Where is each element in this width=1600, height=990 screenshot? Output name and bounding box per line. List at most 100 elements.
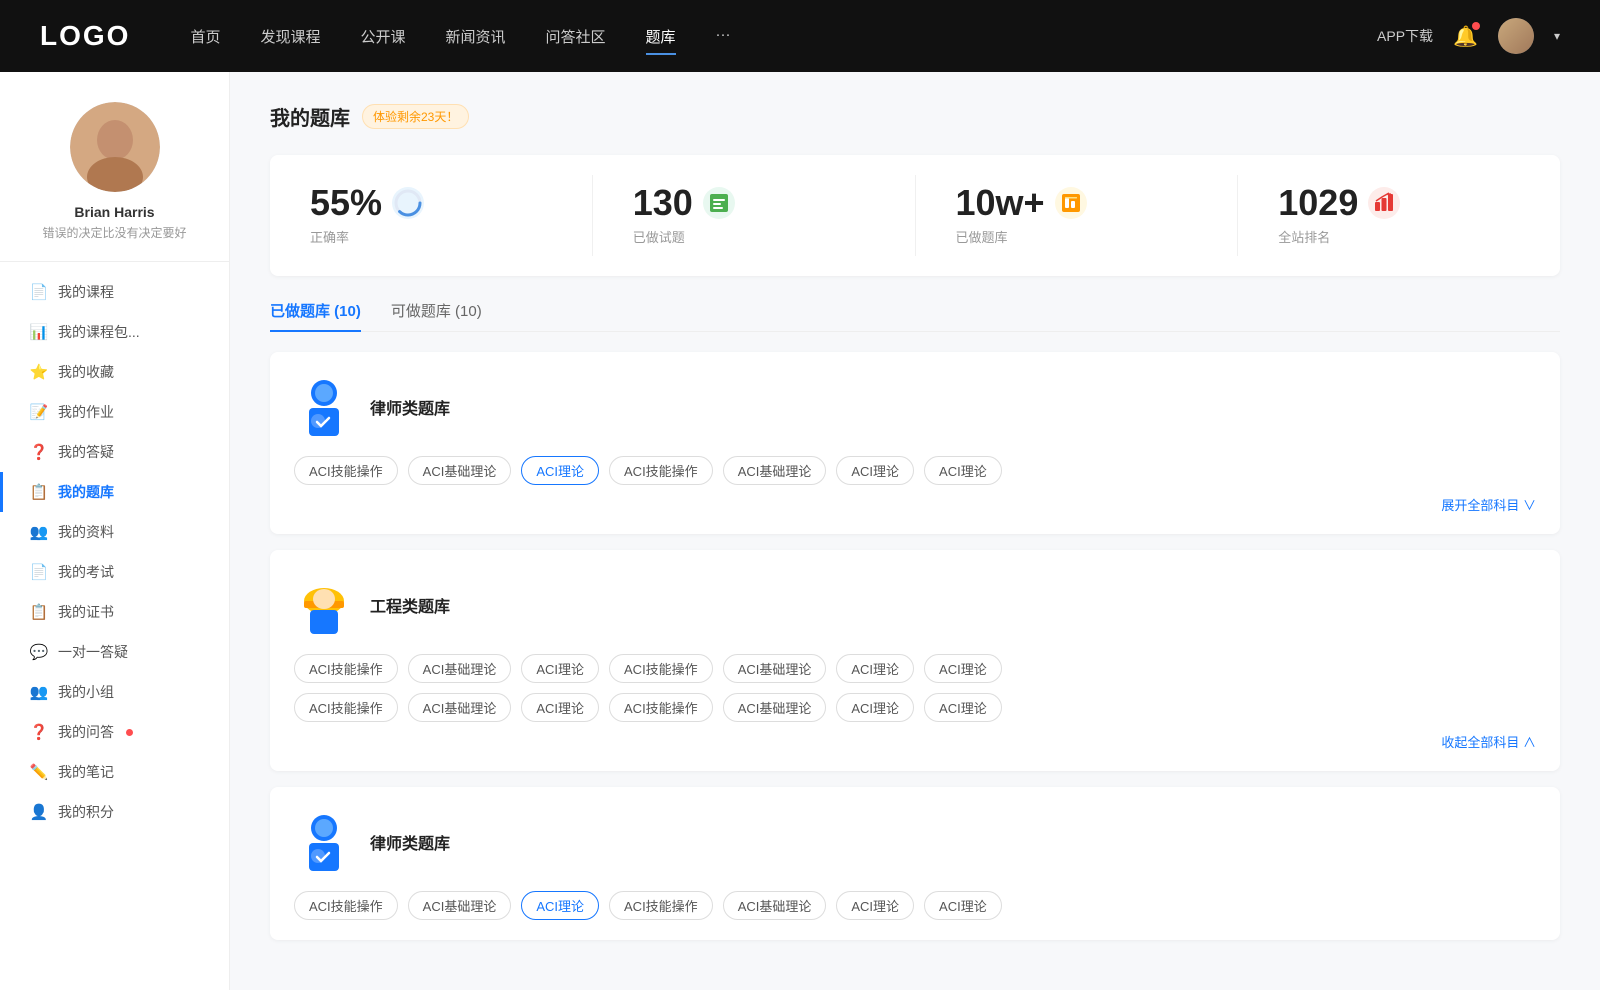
nav-item-新闻资讯[interactable]: 新闻资讯 bbox=[446, 22, 506, 51]
tab-done-banks[interactable]: 已做题库 (10) bbox=[270, 300, 361, 331]
tag[interactable]: ACI技能操作 bbox=[294, 456, 398, 485]
menu-label: 我的答疑 bbox=[58, 442, 114, 462]
menu-icon: 📊 bbox=[30, 323, 48, 341]
tag-active[interactable]: ACI理论 bbox=[521, 456, 599, 485]
tag[interactable]: ACI技能操作 bbox=[294, 891, 398, 920]
tag-active[interactable]: ACI理论 bbox=[521, 891, 599, 920]
stat-value: 1029 bbox=[1278, 185, 1358, 221]
menu-label: 我的课程 bbox=[58, 282, 114, 302]
sidebar-menu: 📄 我的课程 📊 我的课程包... ⭐ 我的收藏 📝 我的作业 ❓ 我的答疑 📋… bbox=[0, 272, 229, 832]
tag[interactable]: ACI技能操作 bbox=[609, 654, 713, 683]
user-motto: 错误的决定比没有决定要好 bbox=[42, 224, 186, 241]
sidebar-item-4[interactable]: ❓ 我的答疑 bbox=[20, 432, 229, 472]
avatar[interactable] bbox=[1498, 18, 1534, 54]
sidebar-item-5[interactable]: 📋 我的题库 bbox=[20, 472, 229, 512]
stat-label: 已做试题 bbox=[633, 227, 685, 246]
tag[interactable]: ACI技能操作 bbox=[294, 693, 398, 722]
bank-cards: 律师类题库 ACI技能操作 ACI基础理论 ACI理论 ACI技能操作 ACI基… bbox=[270, 352, 1560, 940]
menu-icon: 💬 bbox=[30, 643, 48, 661]
notification-dot bbox=[126, 729, 133, 736]
collapse-button[interactable]: 收起全部科目 ∧ bbox=[294, 732, 1536, 751]
sidebar-item-10[interactable]: 👥 我的小组 bbox=[20, 672, 229, 712]
sidebar-item-1[interactable]: 📊 我的课程包... bbox=[20, 312, 229, 352]
bank-card-lawyer-2: 律师类题库 ACI技能操作 ACI基础理论 ACI理论 ACI技能操作 ACI基… bbox=[270, 787, 1560, 940]
page-header: 我的题库 体验剩余23天！ bbox=[270, 102, 1560, 131]
bank-card-tags-row2: ACI技能操作 ACI基础理论 ACI理论 ACI技能操作 ACI基础理论 AC… bbox=[294, 693, 1536, 722]
tag[interactable]: ACI基础理论 bbox=[408, 654, 512, 683]
bank-card-tags: ACI技能操作 ACI基础理论 ACI理论 ACI技能操作 ACI基础理论 AC… bbox=[294, 891, 1536, 920]
stat-value: 130 bbox=[633, 185, 693, 221]
sidebar-item-6[interactable]: 👥 我的资料 bbox=[20, 512, 229, 552]
sidebar-item-12[interactable]: ✏️ 我的笔记 bbox=[20, 752, 229, 792]
tag[interactable]: ACI基础理论 bbox=[408, 456, 512, 485]
menu-icon: 📄 bbox=[30, 283, 48, 301]
menu-label: 我的问答 bbox=[58, 722, 114, 742]
menu-label: 我的题库 bbox=[58, 482, 114, 502]
tag[interactable]: ACI理论 bbox=[924, 891, 1002, 920]
sidebar-item-3[interactable]: 📝 我的作业 bbox=[20, 392, 229, 432]
tag[interactable]: ACI理论 bbox=[521, 693, 599, 722]
tag[interactable]: ACI基础理论 bbox=[723, 891, 827, 920]
expand-button[interactable]: 展开全部科目 ∨ bbox=[294, 495, 1536, 514]
nav-item-问答社区[interactable]: 问答社区 bbox=[546, 22, 606, 51]
stat-label: 全站排名 bbox=[1278, 227, 1330, 246]
menu-icon: ⭐ bbox=[30, 363, 48, 381]
tag[interactable]: ACI基础理论 bbox=[408, 891, 512, 920]
sidebar-item-13[interactable]: 👤 我的积分 bbox=[20, 792, 229, 832]
sidebar-item-2[interactable]: ⭐ 我的收藏 bbox=[20, 352, 229, 392]
tag[interactable]: ACI理论 bbox=[924, 693, 1002, 722]
menu-label: 我的证书 bbox=[58, 602, 114, 622]
menu-label: 我的课程包... bbox=[58, 322, 140, 342]
navbar-right: APP下载 🔔 ▾ bbox=[1377, 18, 1560, 54]
tag[interactable]: ACI技能操作 bbox=[609, 456, 713, 485]
nav-menu: 首页 发现课程 公开课 新闻资讯 问答社区 题库 ··· bbox=[190, 22, 1377, 51]
tag[interactable]: ACI基础理论 bbox=[408, 693, 512, 722]
stat-correct-rate: 55% 正确率 bbox=[270, 175, 593, 256]
progress-icon bbox=[392, 187, 424, 219]
tag[interactable]: ACI技能操作 bbox=[609, 693, 713, 722]
navbar: LOGO 首页 发现课程 公开课 新闻资讯 问答社区 题库 ··· APP下载 🔔 ▾ bbox=[0, 0, 1600, 72]
sidebar-item-0[interactable]: 📄 我的课程 bbox=[20, 272, 229, 312]
tag[interactable]: ACI基础理论 bbox=[723, 693, 827, 722]
nav-item-···[interactable]: ··· bbox=[716, 22, 731, 51]
tag[interactable]: ACI理论 bbox=[836, 456, 914, 485]
nav-item-发现课程[interactable]: 发现课程 bbox=[260, 22, 320, 51]
nav-item-公开课[interactable]: 公开课 bbox=[360, 22, 405, 51]
sidebar-item-9[interactable]: 💬 一对一答疑 bbox=[20, 632, 229, 672]
tag[interactable]: ACI理论 bbox=[836, 654, 914, 683]
chevron-down-icon[interactable]: ▾ bbox=[1554, 29, 1560, 43]
tag[interactable]: ACI理论 bbox=[924, 456, 1002, 485]
main-content: 我的题库 体验剩余23天！ 55% 正确率 bbox=[230, 72, 1600, 990]
avatar-image bbox=[70, 102, 160, 192]
nav-item-首页[interactable]: 首页 bbox=[190, 22, 220, 51]
tag[interactable]: ACI理论 bbox=[836, 891, 914, 920]
tag[interactable]: ACI基础理论 bbox=[723, 456, 827, 485]
sidebar: Brian Harris 错误的决定比没有决定要好 📄 我的课程 📊 我的课程包… bbox=[0, 72, 230, 990]
tag[interactable]: ACI技能操作 bbox=[609, 891, 713, 920]
tag[interactable]: ACI理论 bbox=[924, 654, 1002, 683]
tag[interactable]: ACI基础理论 bbox=[723, 654, 827, 683]
menu-icon: ✏️ bbox=[30, 763, 48, 781]
sidebar-item-11[interactable]: ❓ 我的问答 bbox=[20, 712, 229, 752]
tab-available-banks[interactable]: 可做题库 (10) bbox=[391, 300, 482, 331]
trial-badge: 体验剩余23天！ bbox=[362, 104, 469, 129]
stat-site-rank: 1029 全站排名 bbox=[1238, 175, 1560, 256]
menu-icon: 👤 bbox=[30, 803, 48, 821]
app-download-button[interactable]: APP下载 bbox=[1377, 26, 1433, 46]
sidebar-item-7[interactable]: 📄 我的考试 bbox=[20, 552, 229, 592]
tag[interactable]: ACI技能操作 bbox=[294, 654, 398, 683]
tabs: 已做题库 (10) 可做题库 (10) bbox=[270, 300, 1560, 332]
user-name: Brian Harris bbox=[74, 204, 154, 220]
menu-label: 一对一答疑 bbox=[58, 642, 128, 662]
notification-bell[interactable]: 🔔 bbox=[1453, 24, 1478, 49]
stat-label: 已做题库 bbox=[956, 227, 1008, 246]
sidebar-profile: Brian Harris 错误的决定比没有决定要好 bbox=[0, 102, 229, 262]
menu-label: 我的积分 bbox=[58, 802, 114, 822]
menu-icon: 📋 bbox=[30, 483, 48, 501]
stat-value: 55% bbox=[310, 185, 382, 221]
tag[interactable]: ACI理论 bbox=[521, 654, 599, 683]
sidebar-item-8[interactable]: 📋 我的证书 bbox=[20, 592, 229, 632]
logo: LOGO bbox=[40, 20, 130, 52]
tag[interactable]: ACI理论 bbox=[836, 693, 914, 722]
nav-item-题库[interactable]: 题库 bbox=[646, 22, 676, 51]
